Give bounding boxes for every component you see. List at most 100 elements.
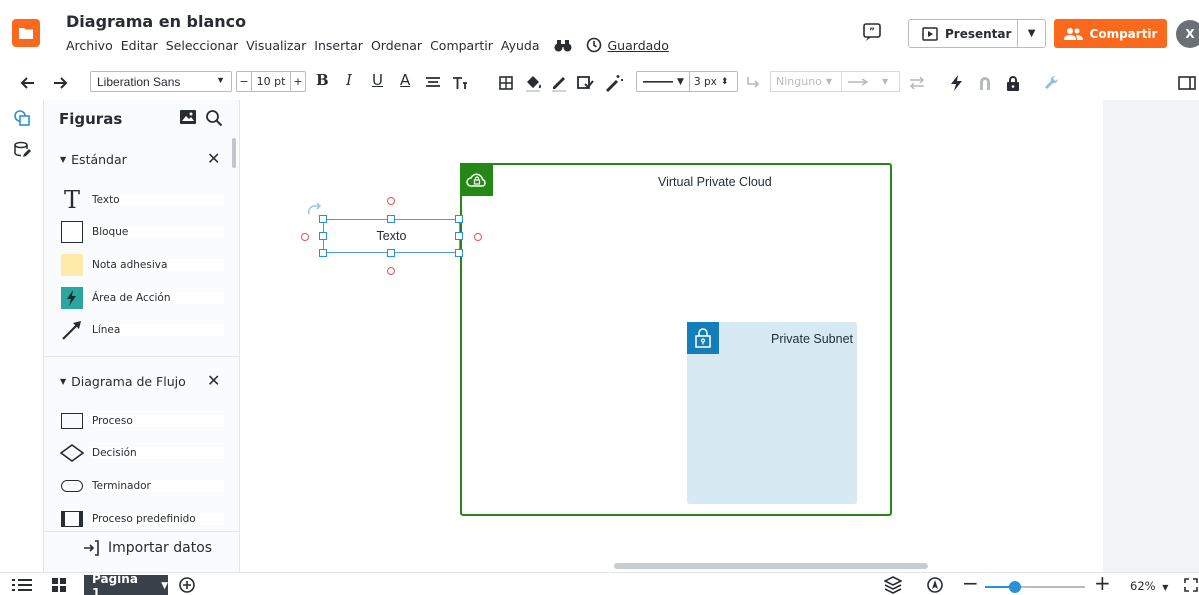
style-icon[interactable]: [576, 73, 594, 93]
text-options-icon[interactable]: [452, 73, 468, 93]
font-color-button[interactable]: A: [400, 71, 410, 89]
present-dropdown-icon[interactable]: ▼: [1018, 28, 1045, 39]
section-divider: [44, 356, 240, 357]
zoom-out-icon[interactable]: −: [962, 571, 979, 595]
fullscreen-icon[interactable]: [1184, 577, 1198, 595]
present-button[interactable]: Presentar ▼: [908, 19, 1046, 48]
font-size-value[interactable]: 10 pt: [251, 72, 291, 91]
resize-handle[interactable]: [455, 249, 463, 257]
font-family-select[interactable]: Liberation Sans ▼: [90, 71, 232, 92]
import-data-button[interactable]: Importar datos: [82, 540, 212, 556]
section-estandar-header[interactable]: ▼ Estándar: [60, 152, 127, 167]
connection-point[interactable]: [387, 197, 395, 205]
shape-decision[interactable]: Decisión: [60, 442, 224, 464]
zoom-slider[interactable]: [985, 586, 1085, 588]
resize-handle[interactable]: [455, 232, 463, 240]
menu-archivo[interactable]: Archivo: [66, 38, 113, 53]
search-icon[interactable]: [205, 109, 223, 127]
line-color-icon[interactable]: [550, 73, 568, 93]
resize-handle[interactable]: [319, 249, 327, 257]
list-icon[interactable]: [12, 577, 32, 595]
document-title[interactable]: Diagrama en blanco: [66, 12, 246, 31]
shapes-panel: Figuras ▼ Estándar ✕ T Texto Bloque Nota…: [44, 100, 240, 572]
block-icon: [60, 221, 84, 243]
close-icon[interactable]: ✕: [207, 371, 220, 390]
import-icon: [84, 540, 99, 556]
layers-icon[interactable]: [883, 576, 903, 595]
chevron-down-icon[interactable]: ▼: [161, 581, 168, 591]
users-icon: [1063, 27, 1083, 40]
bold-button[interactable]: B: [316, 71, 329, 89]
avatar[interactable]: X: [1176, 20, 1199, 48]
magnet-icon[interactable]: [978, 73, 992, 93]
chevron-down-icon: ▼: [1162, 583, 1169, 592]
menu-ayuda[interactable]: Ayuda: [501, 38, 540, 53]
data-layers-icon[interactable]: [12, 140, 32, 160]
line-style-select[interactable]: ▼: [636, 71, 690, 92]
line-width-stepper[interactable]: 3 px ⬍: [690, 71, 738, 92]
menu-insertar[interactable]: Insertar: [314, 38, 363, 53]
italic-button[interactable]: I: [346, 71, 352, 89]
comments-icon[interactable]: ”: [862, 22, 884, 44]
horizontal-scrollbar[interactable]: [614, 563, 928, 569]
present-main[interactable]: Presentar: [909, 20, 1019, 47]
connection-point[interactable]: [387, 267, 395, 275]
image-icon[interactable]: [179, 109, 197, 125]
lock-icon[interactable]: [1006, 73, 1020, 93]
lightning-icon[interactable]: [950, 73, 964, 93]
private-subnet[interactable]: Private Subnet: [687, 322, 857, 504]
underline-button[interactable]: U: [372, 71, 383, 89]
terminator-icon: [60, 475, 84, 497]
resize-handle[interactable]: [319, 232, 327, 240]
wrench-icon[interactable]: [1044, 73, 1060, 93]
zoom-slider-knob[interactable]: [1009, 581, 1021, 593]
connection-point[interactable]: [474, 233, 482, 241]
resize-handle[interactable]: [387, 249, 395, 257]
connection-point[interactable]: [301, 233, 309, 241]
redo-icon[interactable]: [50, 73, 68, 93]
shape-texto[interactable]: T Texto: [60, 188, 224, 212]
shape-area-de-accion[interactable]: Área de Acción: [60, 287, 224, 309]
section-flujo-header[interactable]: ▼ Diagrama de Flujo: [60, 374, 186, 389]
grid-icon[interactable]: [51, 577, 67, 595]
binoculars-icon[interactable]: [554, 39, 572, 52]
panel-toggle-icon[interactable]: [1178, 73, 1196, 93]
section-divider: [44, 531, 240, 532]
zoom-value[interactable]: 62% ▼: [1130, 579, 1168, 593]
menu-seleccionar[interactable]: Seleccionar: [166, 38, 238, 53]
font-size-stepper[interactable]: − 10 pt +: [236, 71, 306, 92]
shape-bloque[interactable]: Bloque: [60, 221, 224, 243]
undo-icon[interactable]: [20, 73, 38, 93]
table-icon[interactable]: [498, 73, 514, 93]
menu-editar[interactable]: Editar: [121, 38, 158, 53]
stepper-icon: ⬍: [720, 76, 729, 87]
share-button[interactable]: Compartir: [1054, 19, 1167, 48]
resize-handle[interactable]: [387, 215, 395, 223]
shape-linea[interactable]: Línea: [60, 319, 224, 341]
app-logo[interactable]: [12, 19, 40, 47]
navigate-icon[interactable]: [926, 576, 944, 595]
font-size-minus[interactable]: −: [237, 75, 251, 88]
padlock-icon: [687, 322, 719, 354]
zoom-in-icon[interactable]: +: [1094, 571, 1111, 595]
resize-handle[interactable]: [455, 215, 463, 223]
fill-color-icon[interactable]: [524, 73, 544, 93]
align-icon[interactable]: [425, 73, 441, 93]
page-tab[interactable]: Página 1 ▼: [84, 572, 168, 595]
shape-proceso-predefinido[interactable]: Proceso predefinido: [60, 508, 224, 530]
selected-text-shape[interactable]: Texto: [323, 219, 460, 253]
panel-scrollbar[interactable]: [232, 138, 236, 168]
menu-compartir[interactable]: Compartir: [430, 38, 493, 53]
rotate-icon[interactable]: [306, 201, 322, 220]
menu-visualizar[interactable]: Visualizar: [246, 38, 306, 53]
magic-wand-icon[interactable]: [604, 73, 624, 93]
font-size-plus[interactable]: +: [291, 75, 305, 88]
saved-status[interactable]: Guardado: [586, 37, 669, 53]
shapes-icon[interactable]: [12, 108, 32, 128]
shape-terminador[interactable]: Terminador: [60, 475, 224, 497]
shape-nota-adhesiva[interactable]: Nota adhesiva: [60, 254, 224, 276]
close-icon[interactable]: ✕: [207, 149, 220, 168]
menu-ordenar[interactable]: Ordenar: [371, 38, 422, 53]
shape-proceso[interactable]: Proceso: [60, 410, 224, 432]
add-page-icon[interactable]: [178, 576, 196, 595]
